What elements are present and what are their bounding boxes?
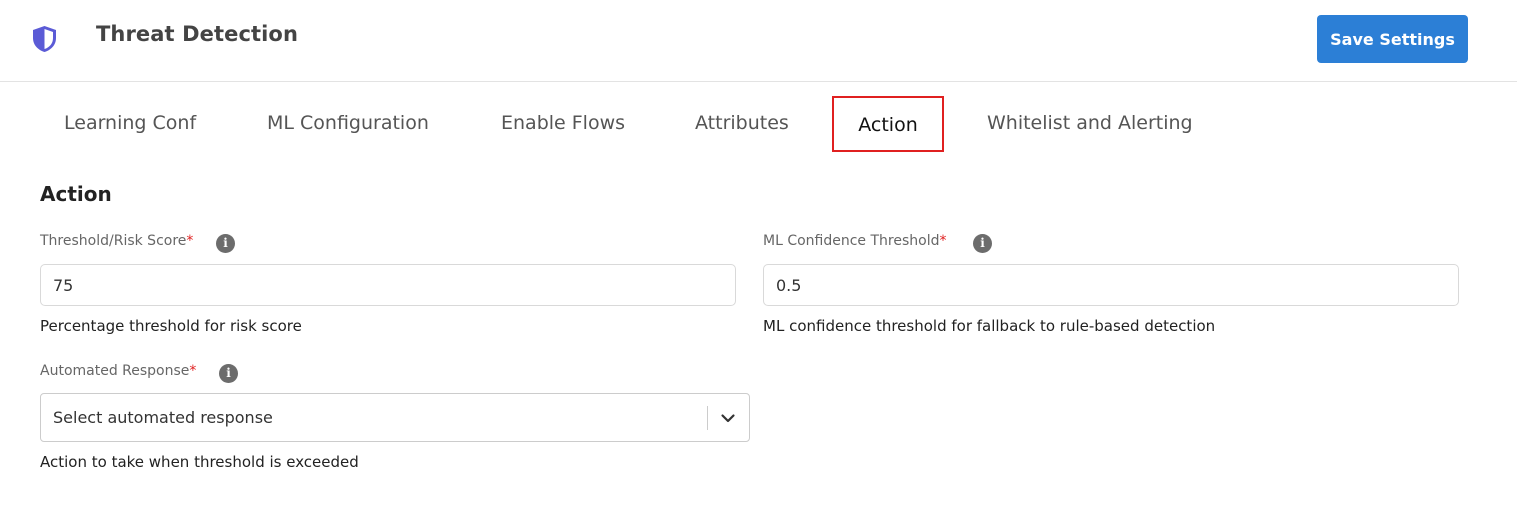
threshold-label: Threshold/Risk Score* [40,233,193,249]
automated-response-help-text: Action to take when threshold is exceede… [40,453,359,471]
required-marker: * [939,233,947,249]
chevron-down-icon[interactable] [720,410,736,426]
select-divider [707,406,708,430]
required-marker: * [189,363,197,379]
save-settings-button[interactable]: Save Settings [1317,15,1468,63]
threshold-help-text: Percentage threshold for risk score [40,317,302,335]
info-icon[interactable]: i [973,234,992,253]
ml-confidence-label-text: ML Confidence Threshold [763,233,940,249]
select-placeholder: Select automated response [53,408,273,427]
tab-action[interactable]: Action [832,96,944,152]
shield-icon [33,26,56,52]
info-icon[interactable]: i [219,364,238,383]
threshold-label-text: Threshold/Risk Score [40,233,187,249]
ml-confidence-help-text: ML confidence threshold for fallback to … [763,317,1216,335]
page-title: Threat Detection [96,22,299,46]
tab-attributes[interactable]: Attributes [695,96,789,152]
tab-learning-conf[interactable]: Learning Conf [64,96,196,152]
tab-ml-configuration[interactable]: ML Configuration [267,96,429,152]
required-marker: * [186,233,194,249]
header: Threat Detection Save Settings [0,0,1517,82]
ml-confidence-input[interactable] [763,264,1459,306]
automated-response-label-text: Automated Response [40,363,190,379]
automated-response-select[interactable]: Select automated response [40,393,750,442]
automated-response-label: Automated Response* [40,363,196,379]
threshold-input[interactable] [40,264,736,306]
info-icon[interactable]: i [216,234,235,253]
tab-whitelist-and-alerting[interactable]: Whitelist and Alerting [987,96,1193,152]
section-title: Action [40,182,112,206]
ml-confidence-label: ML Confidence Threshold* [763,233,947,249]
tab-enable-flows[interactable]: Enable Flows [501,96,625,152]
